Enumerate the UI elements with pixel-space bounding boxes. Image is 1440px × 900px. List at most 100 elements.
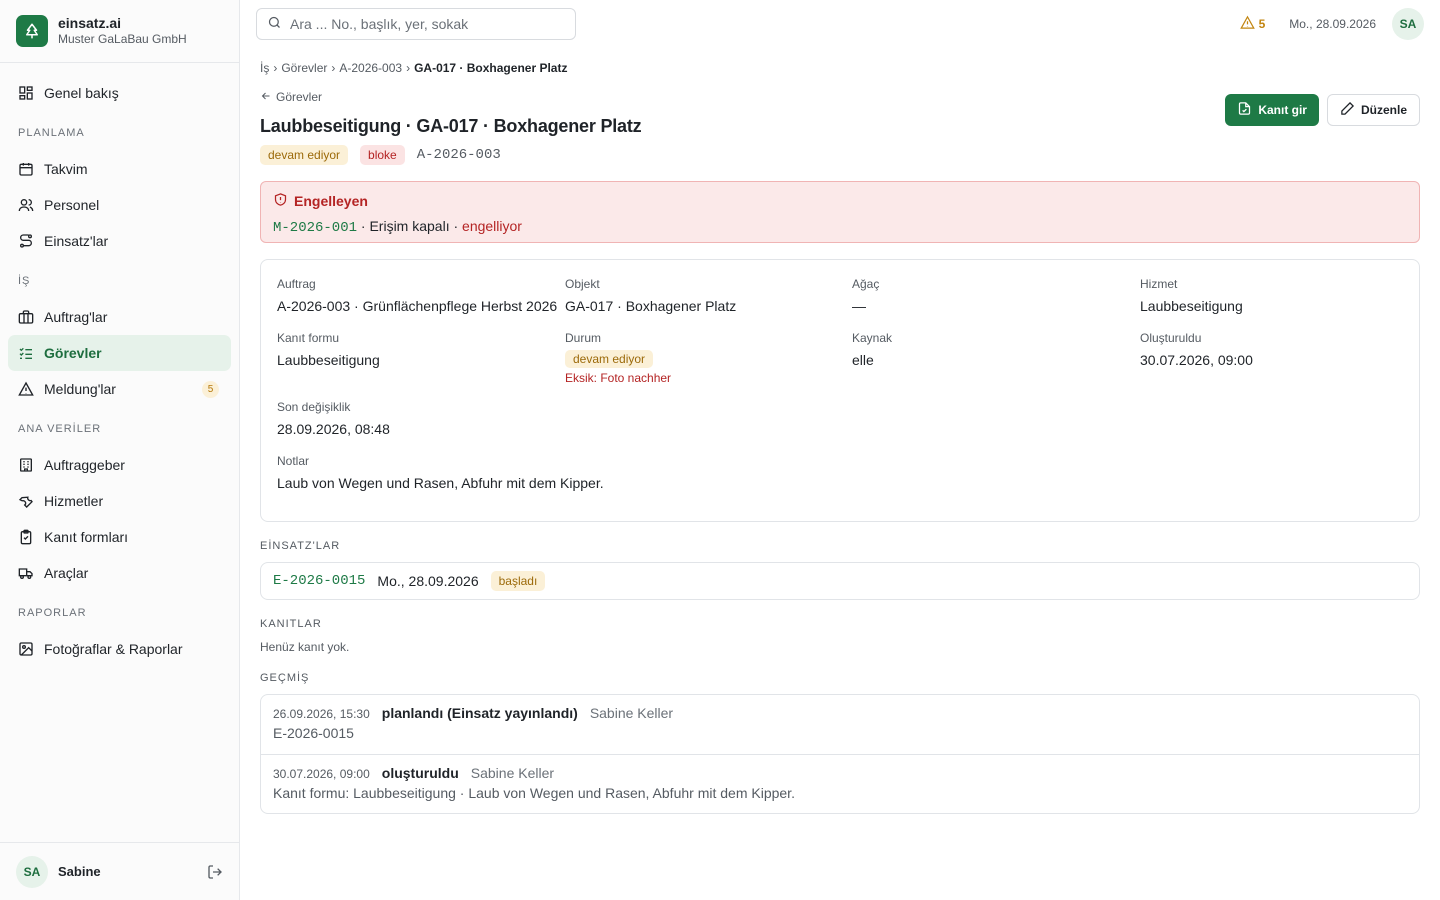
blocker-banner: Engelleyen M-2026-001 · Erişim kapalı · … (260, 181, 1420, 243)
history-time: 30.07.2026, 09:00 (273, 767, 370, 781)
field-service: Hizmet Laubbeseitigung (1140, 276, 1403, 316)
list-checks-icon (18, 345, 34, 361)
edit-label: Düzenle (1360, 103, 1407, 117)
sidebar-item-calendar[interactable]: Takvim (8, 151, 231, 187)
einsatz-row[interactable]: E-2026-0015 Mo., 28.09.2026 başladı (260, 562, 1420, 600)
history-event: planlandı (Einsatz yayınlandı) (381, 705, 578, 721)
field-objekt: Objekt GA-017 · Boxhagener Platz (565, 276, 852, 316)
sidebar-item-tasks[interactable]: Görevler (8, 335, 231, 371)
field-auftrag: Auftrag A-2026-003 · Grünflächenpflege H… (277, 276, 565, 316)
avatar[interactable]: SA (16, 855, 48, 888)
back-link-label: Görevler (276, 90, 323, 104)
briefcase-icon (18, 309, 34, 325)
sidebar-item-staff[interactable]: Personel (8, 187, 231, 223)
field-modified: Son değişiklik 28.09.2026, 08:48 (277, 399, 1403, 439)
field-value: Laubbeseitigung (277, 352, 380, 368)
field-value: GA-017 · Boxhagener Platz (565, 298, 737, 314)
field-form: Kanıt formu Laubbeseitigung (277, 330, 565, 385)
edit-button[interactable]: Düzenle (1326, 94, 1420, 126)
field-created: Oluşturuldu 30.07.2026, 09:00 (1140, 330, 1403, 385)
search-input[interactable] (290, 16, 560, 32)
user-avatar[interactable]: SA (1392, 8, 1424, 40)
field-tree: Ağaç — (852, 276, 1140, 316)
history-detail: E-2026-0015 (273, 725, 354, 741)
field-value: 30.07.2026, 09:00 (1140, 352, 1253, 368)
sidebar-item-label: Genel bakış (44, 85, 119, 101)
sidebar-item-vehicles[interactable]: Araçlar (8, 555, 231, 591)
alerts-indicator[interactable]: 5 (1239, 15, 1265, 33)
field-label: Kanıt formu (277, 331, 340, 345)
blocker-title: Engelleyen (273, 192, 1407, 210)
field-label: Kaynak (852, 331, 893, 345)
sidebar-item-label: Fotoğraflar & Raporlar (44, 641, 183, 657)
nav-section-work: İŞ (18, 275, 31, 287)
status-badge: devam ediyor (260, 145, 349, 165)
history-item: 30.07.2026, 09:00 oluşturuldu Sabine Kel… (261, 754, 1419, 813)
search-box[interactable] (256, 8, 576, 40)
page-title: Laubbeseitigung · GA-017 · Boxhagener Pl… (260, 116, 642, 136)
auftrag-ref[interactable]: A-2026-003 (417, 147, 501, 163)
history-time: 26.09.2026, 15:30 (273, 707, 370, 721)
einsatz-ref-link[interactable]: E-2026-0015 (273, 573, 365, 589)
meldungen-count-badge: 5 (202, 381, 219, 398)
image-icon (18, 641, 34, 657)
sidebar-item-services[interactable]: Hizmetler (8, 483, 231, 519)
app-shell: einsatz.ai Muster GaLaBau GmbH Genel bak… (0, 0, 1440, 900)
enter-evidence-button[interactable]: Kanıt gir (1225, 94, 1319, 126)
sidebar-item-label: Auftraggeber (44, 457, 125, 473)
breadcrumb-auftrag[interactable]: A-2026-003 (339, 61, 402, 75)
dashboard-icon (18, 85, 34, 101)
back-link[interactable]: Görevler (260, 88, 641, 106)
sidebar-nav: Genel bakış PLANLAMA Takvim Personel Ein… (0, 63, 239, 842)
field-value: — (852, 298, 866, 314)
search-icon (267, 15, 282, 33)
page-header: Görevler Laubbeseitigung · GA-017 · Boxh… (260, 88, 1420, 165)
field-label: Hizmet (1140, 277, 1178, 291)
field-label: Notlar (277, 454, 310, 468)
shield-alert-icon (273, 192, 294, 210)
history-detail: Kanıt formu: Laubbeseitigung · Laub von … (273, 785, 795, 801)
blocker-status: engelliyor (462, 218, 522, 234)
field-status: Durum devam ediyor Eksik: Foto nachher (565, 330, 852, 385)
sidebar-footer: SA Sabine (0, 842, 239, 900)
einsaetze-section-title: EİNSATZ'LAR (260, 540, 341, 552)
sidebar-item-einsaetze[interactable]: Einsatz'lar (8, 223, 231, 259)
field-value: elle (852, 352, 874, 368)
breadcrumb-tasks[interactable]: Görevler (281, 61, 327, 75)
logout-icon[interactable] (207, 864, 223, 880)
breadcrumb-root[interactable]: İş (260, 61, 269, 75)
history-list: 26.09.2026, 15:30 planlandı (Einsatz yay… (260, 694, 1420, 814)
sidebar-item-photos[interactable]: Fotoğraflar & Raporlar (8, 631, 231, 667)
sidebar-item-label: Kanıt formları (44, 529, 129, 545)
topbar-right: 5 Mo., 28.09.2026 SA (1239, 8, 1424, 40)
warning-icon (18, 381, 34, 397)
field-value: 28.09.2026, 08:48 (277, 421, 390, 437)
blocker-line: M-2026-001 · Erişim kapalı · engelliyor (273, 218, 1407, 236)
history-section-title: GEÇMİŞ (260, 672, 310, 684)
history-user: Sabine Keller (470, 765, 555, 781)
nav-section-reports: RAPORLAR (18, 607, 87, 619)
sidebar-item-auftraege[interactable]: Auftrag'lar (8, 299, 231, 335)
sidebar-item-label: Takvim (44, 161, 88, 177)
sidebar-item-meldungen[interactable]: Meldung'lar 5 (8, 371, 231, 407)
sidebar-item-clients[interactable]: Auftraggeber (8, 447, 231, 483)
breadcrumb-current: GA-017 · Boxhagener Platz (414, 61, 568, 75)
file-check-icon (1237, 101, 1258, 119)
sidebar-item-label: Personel (44, 197, 100, 213)
history-event: oluşturuldu (381, 765, 459, 781)
pencil-icon (1340, 101, 1361, 119)
topbar: 5 Mo., 28.09.2026 SA (240, 0, 1440, 48)
brand-company: Muster GaLaBau GmbH (58, 32, 187, 46)
sidebar-item-overview[interactable]: Genel bakış (8, 75, 231, 111)
tree-icon (16, 15, 48, 47)
brand[interactable]: einsatz.ai Muster GaLaBau GmbH (0, 0, 239, 63)
field-value: Laubbeseitigung (1140, 298, 1243, 314)
field-source: Kaynak elle (852, 330, 1140, 385)
blocker-title-label: Engelleyen (294, 193, 368, 209)
brand-name: einsatz.ai (58, 15, 122, 31)
blocker-ref-link[interactable]: M-2026-001 (273, 220, 357, 236)
blocked-badge: bloke (360, 145, 405, 165)
sidebar-item-forms[interactable]: Kanıt formları (8, 519, 231, 555)
header-actions: Kanıt gir Düzenle (1225, 94, 1420, 126)
auftrag-link[interactable]: A-2026-003 · Grünflächenpflege Herbst 20… (277, 296, 565, 316)
